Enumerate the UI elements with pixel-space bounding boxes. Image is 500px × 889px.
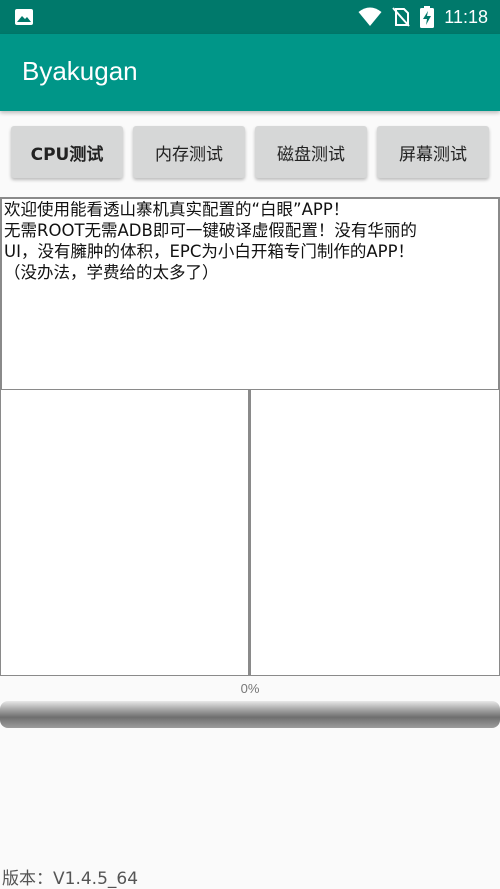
image-notification-icon: [15, 9, 33, 25]
info-text-line: 欢迎使用能看透山寨机真实配置的“白眼”APP！: [4, 200, 350, 219]
status-icons: 11:18: [358, 0, 488, 34]
wifi-icon: [358, 7, 382, 26]
version-label: 版本：V1.4.5_64: [2, 869, 139, 889]
disk-test-button[interactable]: 磁盘测试: [255, 126, 367, 178]
info-text-line: （没办法，学费给的太多了）: [4, 263, 219, 282]
progress-percent-label: 0%: [240, 681, 260, 696]
screen-test-button[interactable]: 屏幕测试: [377, 126, 489, 178]
result-panel-left: [0, 389, 250, 676]
status-time: 11:18: [444, 6, 488, 27]
test-button-row: CPU测试 内存测试 磁盘测试 屏幕测试: [0, 126, 500, 182]
info-text-box[interactable]: 欢迎使用能看透山寨机真实配置的“白眼”APP！ 无需ROOT无需ADB即可一键破…: [0, 197, 500, 391]
cpu-test-button[interactable]: CPU测试: [11, 126, 123, 178]
result-panel-right: [250, 389, 500, 676]
battery-charging-icon: [420, 6, 435, 28]
status-bar: 11:18: [0, 0, 500, 34]
memory-test-button[interactable]: 内存测试: [133, 126, 245, 178]
progress-bar: [0, 701, 500, 728]
info-text-line: 无需ROOT无需ADB即可一键破译虚假配置！没有华丽的: [4, 221, 417, 240]
app-title: Byakugan: [22, 56, 138, 86]
no-sim-icon: [392, 7, 411, 27]
info-text-line: UI，没有臃肿的体积，EPC为小白开箱专门制作的APP！: [4, 242, 415, 261]
info-text: 欢迎使用能看透山寨机真实配置的“白眼”APP！ 无需ROOT无需ADB即可一键破…: [2, 199, 498, 283]
app-bar: Byakugan: [0, 34, 500, 111]
